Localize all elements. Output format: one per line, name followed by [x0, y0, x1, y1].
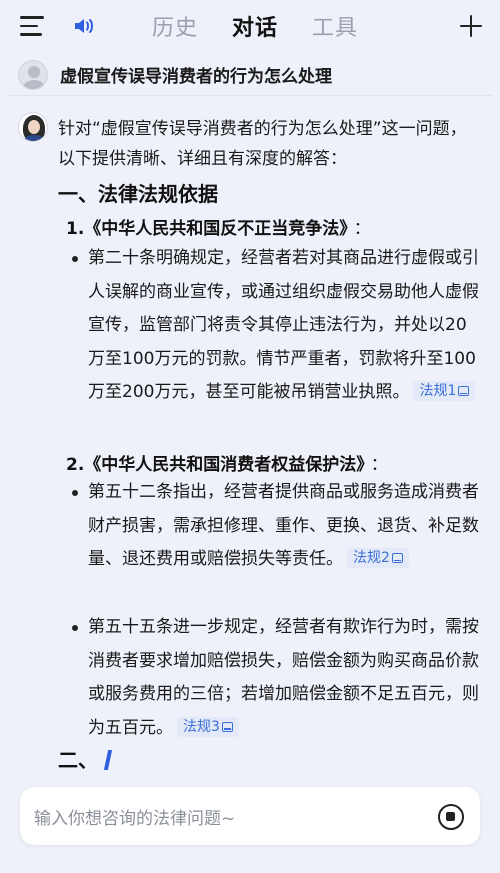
tab-chat[interactable]: 对话 — [232, 10, 278, 42]
law-item-body: 第五十五条进一步规定，经营者有欺诈行为时，需按消费者要求增加赔偿损失，赔偿金额为… — [88, 617, 479, 738]
answer-intro: 针对“虚假宣传误导消费者的行为怎么处理”这一问题，以下提供清晰、详细且有深度的解… — [58, 119, 467, 169]
input-placeholder: 输入你想咨询的法律问题~ — [34, 809, 236, 829]
citation-link[interactable]: 法规2 — [347, 548, 409, 568]
section-heading-2-text: 二、 — [58, 748, 98, 772]
speaker-icon[interactable] — [72, 14, 96, 38]
citation-link[interactable]: 法规1 — [413, 381, 476, 401]
law-title-colon: ： — [370, 455, 388, 475]
law-item-text: 第五十五条进一步规定，经营者有欺诈行为时，需按消费者要求增加赔偿损失，赔偿金额为… — [88, 611, 480, 745]
assistant-avatar — [18, 112, 48, 142]
tab-bar: 历史 对话 工具 — [152, 10, 358, 42]
question-input[interactable]: 输入你想咨询的法律问题~ — [20, 787, 480, 845]
document-icon — [221, 721, 233, 732]
bullet-dot — [72, 490, 78, 496]
section-heading-2: 二、 — [58, 744, 113, 773]
menu-icon[interactable] — [20, 16, 44, 36]
document-icon — [391, 553, 403, 563]
plus-icon[interactable] — [460, 15, 482, 37]
section-heading-1: 一、法律法规依据 — [58, 182, 218, 206]
tab-history[interactable]: 历史 — [152, 10, 198, 42]
law-item-text: 第二十条明确规定，经营者若对其商品进行虚假或引人误解的商业宣传，或通过组织虚假交… — [88, 242, 480, 410]
user-avatar — [18, 59, 48, 90]
law-title-text: 2.《中华人民共和国消费者权益保护法》 — [66, 455, 365, 475]
question-text: 虚假宣传误导消费者的行为怎么处理 — [60, 67, 332, 87]
typing-cursor — [103, 750, 113, 770]
law-title-2: 2.《中华人民共和国消费者权益保护法》： — [66, 450, 388, 475]
user-question: 虚假宣传误导消费者的行为怎么处理 — [8, 54, 492, 96]
law-title-colon: ： — [353, 219, 371, 239]
law-item-text: 第五十二条指出，经营者提供商品或服务造成消费者财产损害，需承担修理、重作、更换、… — [88, 476, 480, 577]
law-item-body: 第五十二条指出，经营者提供商品或服务造成消费者财产损害，需承担修理、重作、更换、… — [88, 482, 479, 569]
citation-label: 法规2 — [353, 550, 390, 566]
top-bar: 历史 对话 工具 — [0, 0, 500, 52]
document-icon — [458, 386, 470, 396]
tab-tools[interactable]: 工具 — [312, 10, 358, 42]
bullet-dot — [72, 625, 78, 631]
law-item-body: 第二十条明确规定，经营者若对其商品进行虚假或引人误解的商业宣传，或通过组织虚假交… — [88, 248, 479, 402]
stop-generation-button[interactable] — [438, 804, 464, 830]
citation-label: 法规1 — [419, 383, 457, 399]
citation-link[interactable]: 法规3 — [177, 716, 239, 737]
bullet-dot — [72, 256, 78, 262]
law-title-text: 1.《中华人民共和国反不正当竞争法》 — [66, 219, 348, 239]
law-title-1: 1.《中华人民共和国反不正当竞争法》： — [66, 214, 371, 239]
citation-label: 法规3 — [183, 718, 220, 735]
